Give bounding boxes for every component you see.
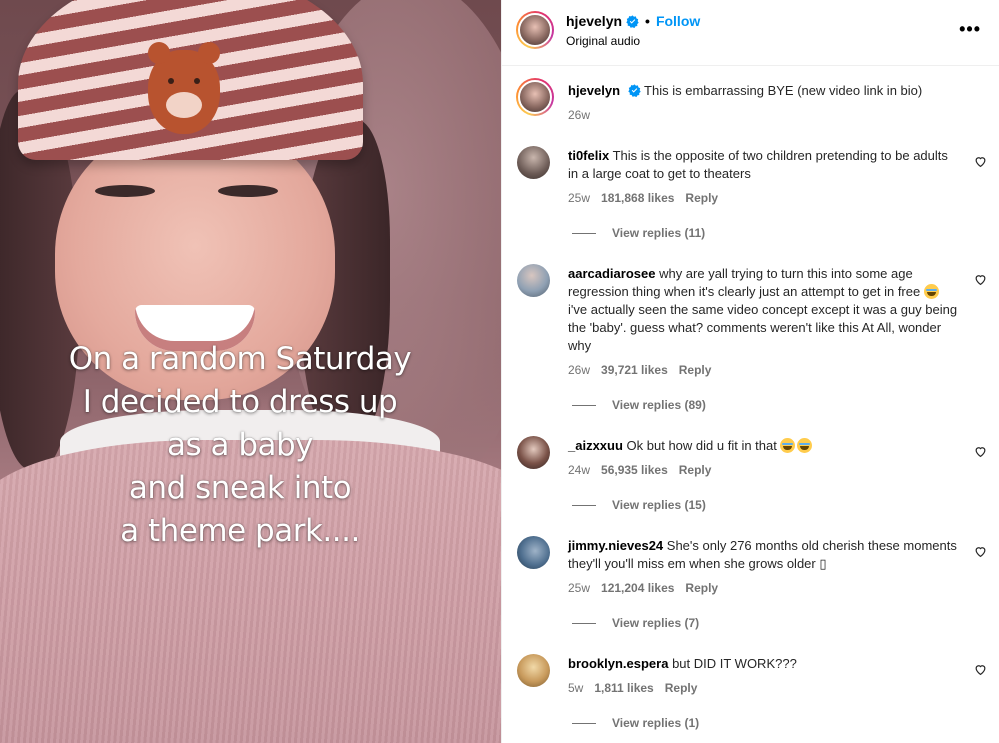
timestamp[interactable]: 24w bbox=[568, 463, 590, 477]
comment-body: _aizxxuu Ok but how did u fit in that bbox=[568, 437, 960, 455]
divider bbox=[572, 232, 596, 234]
post-header: hjevelyn • Follow Original audio ••• bbox=[502, 0, 999, 66]
post-panel: hjevelyn • Follow Original audio ••• hje… bbox=[501, 0, 999, 743]
like-count[interactable]: 56,935 likes bbox=[601, 463, 668, 477]
heart-icon[interactable] bbox=[974, 545, 987, 558]
view-replies-label: View replies (15) bbox=[612, 498, 706, 512]
comment-meta: 25w 181,868 likes Reply bbox=[568, 191, 718, 205]
comment-meta: 5w 1,811 likes Reply bbox=[568, 681, 697, 695]
comment-text: Ok but how did u fit in that bbox=[626, 438, 777, 453]
like-count[interactable]: 1,811 likes bbox=[594, 681, 653, 695]
eye bbox=[218, 185, 278, 197]
timestamp[interactable]: 26w bbox=[568, 108, 590, 122]
video-player[interactable]: On a random Saturday I decided to dress … bbox=[0, 0, 501, 743]
caption-text: This is embarrassing BYE (new video link… bbox=[644, 83, 923, 98]
avatar[interactable] bbox=[517, 654, 550, 687]
heart-icon[interactable] bbox=[974, 663, 987, 676]
view-replies-button[interactable]: View replies (11) bbox=[572, 226, 705, 240]
reply-button[interactable]: Reply bbox=[665, 681, 698, 695]
username-link[interactable]: hjevelyn bbox=[566, 13, 622, 29]
reply-button[interactable]: Reply bbox=[685, 191, 718, 205]
comment-body: aarcadiarosee why are yall trying to tur… bbox=[568, 265, 960, 355]
video-caption: On a random Saturday I decided to dress … bbox=[20, 338, 460, 553]
avatar[interactable] bbox=[517, 536, 550, 569]
comment-body: brooklyn.espera but DID IT WORK??? bbox=[568, 655, 960, 673]
username-link[interactable]: brooklyn.espera bbox=[568, 656, 668, 671]
loudly-crying-emoji-icon bbox=[923, 284, 939, 299]
view-replies-label: View replies (89) bbox=[612, 398, 706, 412]
bear-eye bbox=[168, 78, 174, 84]
timestamp[interactable]: 25w bbox=[568, 191, 590, 205]
post-caption: hjevelyn This is embarrassing BYE (new v… bbox=[502, 66, 999, 136]
avatar[interactable] bbox=[516, 78, 554, 116]
view-replies-label: View replies (11) bbox=[612, 226, 706, 240]
view-replies-label: View replies (7) bbox=[612, 616, 700, 630]
avatar[interactable] bbox=[517, 264, 550, 297]
bear-eye bbox=[194, 78, 200, 84]
heart-icon[interactable] bbox=[974, 445, 987, 458]
like-count[interactable]: 121,204 likes bbox=[601, 581, 674, 595]
username-link[interactable]: aarcadiarosee bbox=[568, 266, 655, 281]
avatar[interactable] bbox=[517, 436, 550, 469]
reply-button[interactable]: Reply bbox=[685, 581, 718, 595]
timestamp[interactable]: 5w bbox=[568, 681, 583, 695]
separator-dot: • bbox=[645, 13, 650, 29]
comment-body: ti0felix This is the opposite of two chi… bbox=[568, 147, 960, 183]
comment-text: i've actually seen the same video concep… bbox=[568, 302, 958, 353]
comment-meta: 24w 56,935 likes Reply bbox=[568, 463, 711, 477]
timestamp[interactable]: 26w bbox=[568, 363, 590, 377]
like-count[interactable]: 181,868 likes bbox=[601, 191, 674, 205]
divider bbox=[572, 504, 596, 506]
username-link[interactable]: _aizxxuu bbox=[568, 438, 623, 453]
comment-text: but DID IT WORK??? bbox=[672, 656, 797, 671]
verified-badge-icon bbox=[627, 84, 641, 97]
view-replies-button[interactable]: View replies (1) bbox=[572, 716, 699, 730]
view-replies-button[interactable]: View replies (15) bbox=[572, 498, 706, 512]
heart-icon[interactable] bbox=[974, 273, 987, 286]
follow-button[interactable]: Follow bbox=[656, 13, 700, 29]
divider bbox=[572, 404, 596, 406]
bear-snout bbox=[166, 92, 202, 118]
view-replies-button[interactable]: View replies (7) bbox=[572, 616, 699, 630]
caption-line: as a baby bbox=[166, 427, 314, 463]
comment-meta: 25w 121,204 likes Reply bbox=[568, 581, 718, 595]
view-replies-label: View replies (1) bbox=[612, 716, 700, 730]
username-link[interactable]: ti0felix bbox=[568, 148, 609, 163]
view-replies-button[interactable]: View replies (89) bbox=[572, 398, 706, 412]
caption-line: I decided to dress up bbox=[82, 384, 398, 420]
reply-button[interactable]: Reply bbox=[679, 463, 712, 477]
more-options-icon[interactable]: ••• bbox=[959, 20, 981, 38]
username-link[interactable]: jimmy.nieves24 bbox=[568, 538, 663, 553]
eye bbox=[95, 185, 155, 197]
comment-meta: 26w 39,721 likes Reply bbox=[568, 363, 711, 377]
divider bbox=[572, 722, 596, 724]
comment-body: jimmy.nieves24 She's only 276 months old… bbox=[568, 537, 960, 573]
caption-body: hjevelyn This is embarrassing BYE (new v… bbox=[568, 82, 960, 100]
avatar[interactable] bbox=[516, 11, 554, 49]
heart-icon[interactable] bbox=[974, 155, 987, 168]
loudly-crying-emoji-icon bbox=[797, 438, 813, 453]
comment-text: This is the opposite of two children pre… bbox=[568, 148, 948, 181]
username-link[interactable]: hjevelyn bbox=[568, 83, 620, 98]
timestamp[interactable]: 25w bbox=[568, 581, 590, 595]
audio-label[interactable]: Original audio bbox=[566, 34, 640, 48]
caption-line: On a random Saturday bbox=[68, 341, 412, 377]
verified-badge-icon bbox=[626, 14, 639, 28]
header-user: hjevelyn • Follow bbox=[566, 13, 700, 29]
avatar[interactable] bbox=[517, 146, 550, 179]
caption-meta: 26w bbox=[568, 108, 590, 122]
loudly-crying-emoji-icon bbox=[780, 438, 796, 453]
divider bbox=[572, 622, 596, 624]
reply-button[interactable]: Reply bbox=[679, 363, 712, 377]
caption-line: and sneak into bbox=[128, 470, 352, 506]
caption-line: a theme park.... bbox=[120, 513, 360, 549]
like-count[interactable]: 39,721 likes bbox=[601, 363, 668, 377]
